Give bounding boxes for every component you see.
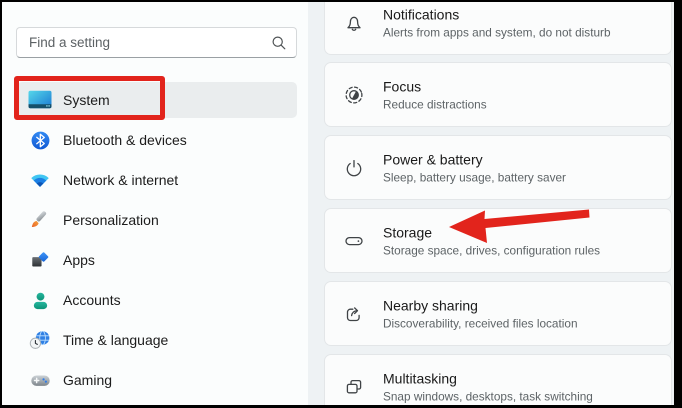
sidebar-item-apps[interactable]: Apps (17, 242, 297, 278)
sidebar-item-accounts[interactable]: Accounts (17, 282, 297, 318)
network-icon (28, 168, 52, 192)
settings-card-focus[interactable]: Focus Reduce distractions (324, 62, 672, 127)
card-title: Notifications (383, 5, 611, 23)
sidebar: System Bluetooth & devices Network & int… (2, 2, 308, 405)
card-subtitle: Discoverability, received files location (383, 316, 578, 331)
sidebar-item-label: Accounts (63, 292, 121, 308)
settings-content: System Bluetooth & devices Network & int… (2, 2, 674, 405)
sidebar-item-label: Personalization (63, 212, 159, 228)
sidebar-item-label: Apps (63, 252, 95, 268)
card-subtitle: Sleep, battery usage, battery saver (383, 170, 566, 185)
settings-card-nearby-sharing[interactable]: Nearby sharing Discoverability, received… (324, 281, 672, 346)
sidebar-item-bluetooth-devices[interactable]: Bluetooth & devices (17, 122, 297, 158)
card-subtitle: Storage space, drives, configuration rul… (383, 243, 600, 258)
sidebar-item-network-internet[interactable]: Network & internet (17, 162, 297, 198)
settings-window: System Bluetooth & devices Network & int… (0, 0, 682, 408)
settings-card-power-battery[interactable]: Power & battery Sleep, battery usage, ba… (324, 135, 672, 200)
sidebar-item-label: Bluetooth & devices (63, 132, 187, 148)
system-icon (28, 88, 52, 112)
card-subtitle: Alerts from apps and system, do not dist… (383, 25, 611, 40)
settings-card-multitasking[interactable]: Multitasking Snap windows, desktops, tas… (324, 354, 672, 405)
sidebar-nav: System Bluetooth & devices Network & int… (2, 2, 308, 405)
apps-icon (28, 248, 52, 272)
card-title: Storage (383, 223, 600, 241)
storage-icon (342, 229, 366, 253)
card-title: Multitasking (383, 369, 593, 387)
card-title: Focus (383, 77, 487, 95)
settings-card-storage[interactable]: Storage Storage space, drives, configura… (324, 208, 672, 273)
gaming-icon (28, 368, 52, 392)
personalization-icon (28, 208, 52, 232)
power-icon (342, 156, 366, 180)
bluetooth-icon (28, 128, 52, 152)
sidebar-item-time-language[interactable]: Time & language (17, 322, 297, 358)
multitasking-icon (342, 375, 366, 399)
focus-icon (342, 83, 366, 107)
card-subtitle: Reduce distractions (383, 97, 487, 112)
sidebar-item-gaming[interactable]: Gaming (17, 362, 297, 398)
settings-card-notifications[interactable]: Notifications Alerts from apps and syste… (324, 2, 672, 55)
accounts-icon (28, 288, 52, 312)
time-language-icon (28, 328, 52, 352)
main-panel: Notifications Alerts from apps and syste… (308, 2, 674, 405)
sidebar-item-system[interactable]: System (17, 82, 297, 118)
sidebar-item-label: System (63, 92, 110, 108)
card-title: Nearby sharing (383, 296, 578, 314)
bell-icon (342, 11, 366, 35)
sidebar-item-label: Time & language (63, 332, 168, 348)
sidebar-item-label: Gaming (63, 372, 112, 388)
nearby-sharing-icon (342, 302, 366, 326)
sidebar-item-label: Network & internet (63, 172, 178, 188)
sidebar-item-personalization[interactable]: Personalization (17, 202, 297, 238)
card-title: Power & battery (383, 150, 566, 168)
card-subtitle: Snap windows, desktops, task switching (383, 389, 593, 404)
